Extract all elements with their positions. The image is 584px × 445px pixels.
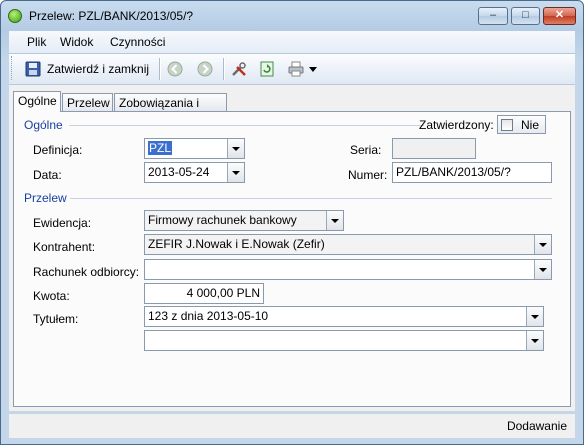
date-picker[interactable]: 2013-05-24: [144, 162, 245, 183]
recipient-account-select[interactable]: [144, 259, 552, 280]
chevron-down-icon[interactable]: [526, 307, 543, 326]
window-title: Przelew: PZL/BANK/2013/05/?: [29, 9, 194, 23]
title-select-2[interactable]: [144, 330, 544, 351]
chevron-down-icon[interactable]: [227, 139, 244, 158]
menu-widok[interactable]: Widok: [60, 35, 93, 49]
forward-icon[interactable]: [197, 61, 213, 77]
toolbar-grip[interactable]: [11, 56, 18, 80]
amount-field[interactable]: 4 000,00 PLN: [144, 283, 264, 304]
series-label: Seria:: [350, 143, 382, 157]
section-divider: [70, 198, 552, 199]
client-area: Ogólne Przelew Zobowiązania i wpłaty Ogó…: [9, 85, 575, 411]
amount-label: Kwota:: [33, 289, 70, 303]
toolbar-separator: [159, 58, 161, 80]
print-dropdown-icon[interactable]: [309, 67, 317, 72]
title-bar[interactable]: Przelew: PZL/BANK/2013/05/? – □ ✕: [1, 1, 583, 31]
confirm-close-button[interactable]: Zatwierdź i zamknij: [19, 56, 155, 82]
menu-czynnosci[interactable]: Czynności: [110, 35, 165, 49]
number-field[interactable]: PZL/BANK/2013/05/?: [392, 162, 552, 183]
confirmed-value: Nie: [521, 118, 540, 132]
menu-plik[interactable]: Plik: [27, 35, 46, 49]
contractor-label: Kontrahent:: [33, 240, 96, 254]
contractor-select[interactable]: ZEFIR J.Nowak i E.Nowak (Zefir): [144, 234, 552, 255]
chevron-down-icon[interactable]: [534, 235, 551, 254]
title-select[interactable]: 123 z dnia 2013-05-10: [144, 306, 544, 327]
chevron-down-icon[interactable]: [326, 211, 343, 230]
toolbar-separator: [223, 58, 225, 80]
definition-value: PZL: [148, 141, 173, 155]
number-label: Numer:: [348, 168, 388, 182]
save-icon: [25, 61, 41, 77]
section-ogolne: Ogólne: [24, 118, 63, 132]
toolbar: Zatwierdź i zamknij: [9, 54, 575, 85]
status-bar: Dodawanie: [9, 413, 575, 438]
definition-label: Definicja:: [33, 143, 83, 157]
title-value: 123 z dnia 2013-05-10: [148, 309, 269, 323]
section-przelew: Przelew: [24, 191, 67, 205]
confirmed-toggle[interactable]: Nie: [497, 115, 546, 134]
app-icon: [8, 9, 22, 23]
tab-zobowiazania[interactable]: Zobowiązania i wpłaty: [114, 93, 227, 128]
confirm-close-label: Zatwierdź i zamknij: [47, 62, 150, 76]
minimize-button[interactable]: –: [478, 7, 508, 25]
chevron-down-icon[interactable]: [534, 260, 551, 279]
tab-panel-ogolne: Ogólne Zatwierdzony: Nie Definicja: PZL …: [13, 111, 571, 407]
register-value: Firmowy rachunek bankowy: [148, 213, 297, 227]
print-icon[interactable]: [288, 61, 304, 77]
tab-ogolne[interactable]: Ogólne: [13, 91, 61, 112]
series-field[interactable]: [392, 138, 476, 159]
confirmed-checkbox[interactable]: [501, 119, 513, 131]
status-mode: Dodawanie: [506, 419, 567, 433]
menu-bar: Plik Widok Czynności: [9, 31, 575, 54]
section-divider: [69, 125, 424, 126]
back-icon[interactable]: [167, 61, 183, 77]
tools-icon[interactable]: [231, 61, 247, 77]
close-button[interactable]: ✕: [543, 7, 576, 25]
chevron-down-icon[interactable]: [227, 163, 244, 182]
date-value: 2013-05-24: [148, 165, 210, 179]
maximize-button[interactable]: □: [511, 7, 540, 25]
recipient-account-label: Rachunek odbiorcy:: [33, 265, 140, 279]
window: Przelew: PZL/BANK/2013/05/? – □ ✕ Plik W…: [0, 0, 584, 445]
date-label: Data:: [33, 168, 62, 182]
title-label: Tytułem:: [33, 312, 79, 326]
register-select[interactable]: Firmowy rachunek bankowy: [144, 210, 344, 231]
confirmed-label: Zatwierdzony:: [419, 118, 494, 132]
definition-select[interactable]: PZL: [144, 138, 245, 159]
tab-przelew[interactable]: Przelew: [62, 93, 113, 111]
refresh-icon[interactable]: [259, 61, 275, 77]
register-label: Ewidencja:: [33, 216, 92, 230]
chevron-down-icon[interactable]: [526, 331, 543, 350]
contractor-value: ZEFIR J.Nowak i E.Nowak (Zefir): [148, 237, 325, 251]
